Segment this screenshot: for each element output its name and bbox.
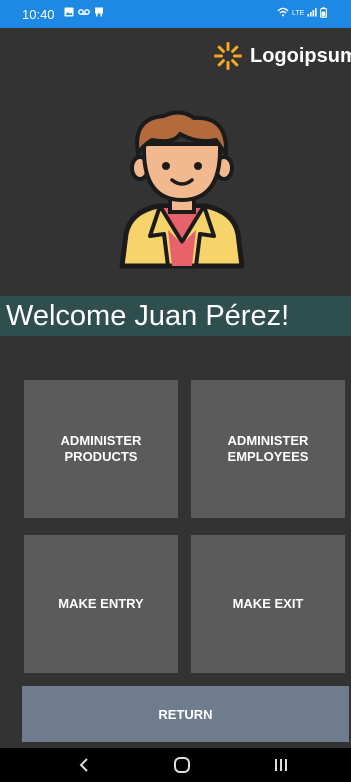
battery-icon bbox=[320, 7, 327, 18]
administer-employees-label-line2: EMPLOYEES bbox=[227, 449, 309, 464]
recents-button[interactable] bbox=[261, 752, 301, 778]
logo: Logoipsum bbox=[212, 40, 351, 72]
back-icon bbox=[79, 758, 88, 772]
home-icon bbox=[174, 757, 190, 773]
administer-employees-button[interactable]: ADMINISTER EMPLOYEES bbox=[191, 380, 345, 518]
voicemail-icon bbox=[78, 9, 90, 15]
administer-products-button[interactable]: ADMINISTER PRODUCTS bbox=[24, 380, 178, 518]
signal-icon bbox=[307, 8, 317, 17]
make-entry-label: MAKE ENTRY bbox=[58, 596, 144, 611]
svg-text:LTE: LTE bbox=[292, 10, 304, 17]
administer-products-label: ADMINISTER PRODUCTS bbox=[61, 433, 142, 465]
administer-products-label-line2: PRODUCTS bbox=[64, 449, 138, 464]
administer-products-label-line1: ADMINISTER bbox=[60, 433, 142, 448]
recents-icon bbox=[275, 759, 287, 771]
administer-employees-label: ADMINISTER EMPLOYEES bbox=[228, 433, 309, 465]
make-exit-button[interactable]: MAKE EXIT bbox=[191, 535, 345, 673]
logo-name: Logoipsum bbox=[250, 44, 351, 67]
notification-icon bbox=[95, 7, 103, 17]
return-button[interactable]: RETURN bbox=[22, 686, 349, 742]
wifi-icon bbox=[277, 7, 289, 17]
back-button[interactable] bbox=[64, 752, 104, 778]
navigation-bar bbox=[0, 748, 351, 782]
status-right-icons: LTE bbox=[277, 7, 327, 18]
status-bar: 10:40 LTE bbox=[0, 0, 351, 28]
status-time: 10:40 bbox=[22, 7, 55, 22]
volte-icon: LTE bbox=[292, 10, 304, 17]
sun-logo-icon bbox=[214, 42, 242, 70]
user-avatar-icon bbox=[119, 110, 245, 269]
make-exit-label: MAKE EXIT bbox=[232, 596, 304, 611]
welcome-banner: Welcome Juan Pérez! bbox=[0, 296, 351, 336]
status-left-icons bbox=[64, 7, 104, 17]
return-label: RETURN bbox=[158, 706, 213, 722]
image-icon bbox=[64, 7, 74, 17]
make-entry-button[interactable]: MAKE ENTRY bbox=[24, 535, 178, 673]
administer-employees-label-line1: ADMINISTER bbox=[227, 433, 309, 448]
home-button[interactable] bbox=[162, 752, 202, 778]
